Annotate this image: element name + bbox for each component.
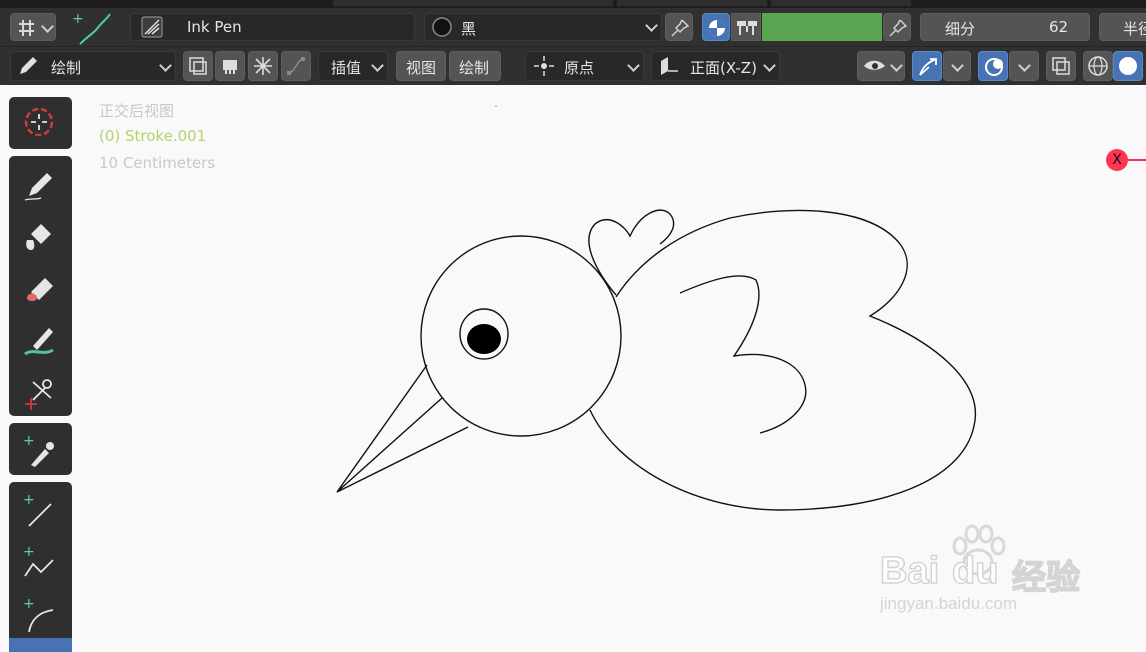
- watermark-brand-2: du: [951, 549, 999, 593]
- bird-pupil-fill: [467, 324, 501, 354]
- bird-crest-stroke: [588, 209, 675, 296]
- watermark-url: jingyan.baidu.com: [880, 594, 1018, 613]
- bird-beak-stroke: [336, 364, 469, 493]
- watermark-brand-cn: 经验: [1011, 557, 1081, 599]
- baidu-watermark: Bai du 经验 jingyan.baidu.com: [879, 520, 1090, 620]
- watermark-brand: Bai: [879, 549, 940, 593]
- bird-head-stroke: [420, 235, 622, 437]
- bird-wing-stroke: [679, 275, 807, 434]
